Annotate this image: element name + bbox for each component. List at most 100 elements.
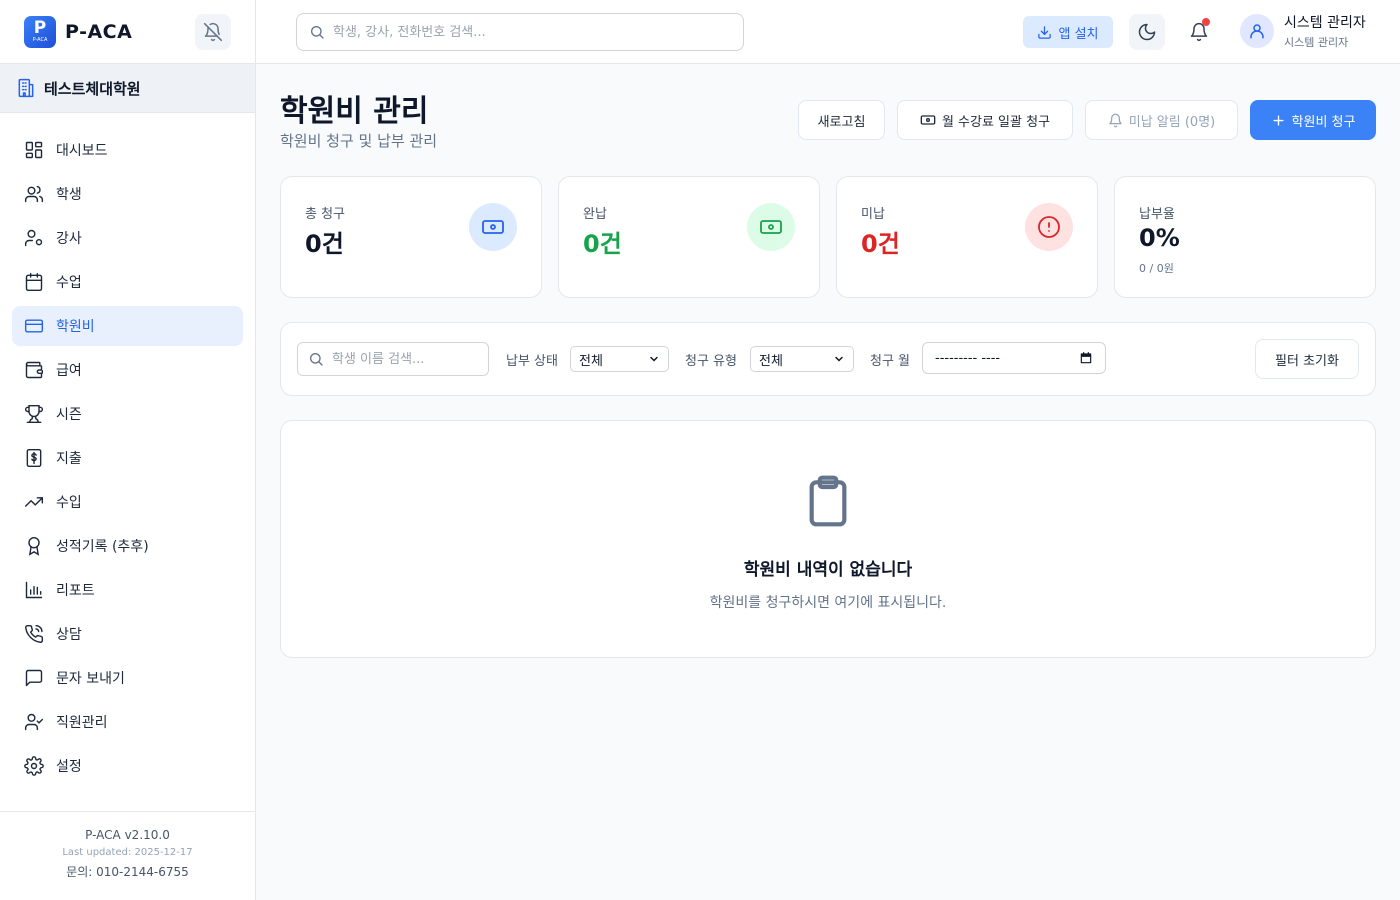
bell-icon — [1109, 113, 1122, 127]
sidebar-item-label: 학원비 — [56, 319, 95, 335]
sidebar-item-label: 문자 보내기 — [56, 671, 125, 687]
plus-icon — [1272, 114, 1284, 126]
notification-mute-button[interactable] — [195, 14, 231, 50]
status-filter-label: 납부 상태 — [506, 354, 558, 369]
charge-tuition-button[interactable]: 학원비 청구 — [1250, 100, 1376, 140]
refresh-button[interactable]: 새로고침 — [798, 100, 885, 140]
student-search[interactable] — [297, 342, 489, 376]
page-subtitle: 학원비 청구 및 납부 관리 — [280, 132, 438, 150]
moon-icon — [1138, 23, 1156, 41]
sidebar-item-label: 급여 — [56, 363, 82, 379]
chevron-down-icon — [835, 356, 843, 362]
dashboard-icon — [25, 141, 43, 159]
sidebar-item-reports[interactable]: 리포트 — [12, 570, 243, 610]
stat-label: 납부율 — [1139, 207, 1175, 222]
install-app-label: 앱 설치 — [1058, 26, 1099, 42]
users-icon — [24, 185, 44, 203]
sidebar-item-label: 시즌 — [56, 407, 82, 423]
sidebar-item-label: 수업 — [56, 275, 82, 291]
sidebar-item-tuition[interactable]: 학원비 — [12, 306, 243, 346]
unpaid-alert-label: 미납 알림 (0명) — [1128, 114, 1216, 130]
sidebar-item-sms[interactable]: 문자 보내기 — [12, 658, 243, 698]
status-select[interactable]: 전체 — [570, 346, 669, 372]
empty-title: 학원비 내역이 없습니다 — [743, 560, 913, 580]
notifications-button[interactable] — [1185, 18, 1213, 46]
bulk-charge-button[interactable]: 월 수강료 일괄 청구 — [897, 100, 1073, 140]
sidebar-item-income[interactable]: 수입 — [12, 482, 243, 522]
unpaid-alert-button[interactable]: 미납 알림 (0명) — [1085, 100, 1238, 140]
chevron-down-icon — [650, 356, 658, 362]
user-icon — [1250, 24, 1264, 39]
sidebar-item-salary[interactable]: 급여 — [12, 350, 243, 390]
stat-card-rate: 납부율 0% 0 / 0원 — [1114, 176, 1376, 298]
stat-card-total: 총 청구 0건 — [280, 176, 542, 298]
user-names: 시스템 관리자 시스템 관리자 — [1284, 12, 1366, 50]
type-filter-label: 청구 유형 — [685, 354, 737, 369]
sidebar-item-expense[interactable]: 지출 — [12, 438, 243, 478]
banknote-icon — [482, 220, 504, 234]
sidebar-item-label: 강사 — [56, 231, 82, 247]
global-search-input[interactable] — [333, 24, 702, 40]
top-header: 앱 설치 시스템 관리자 시스템 관리자 — [256, 0, 1400, 64]
user-menu[interactable]: 시스템 관리자 시스템 관리자 — [1240, 12, 1366, 50]
academy-name: 테스트체대학원 — [44, 79, 141, 98]
notification-dot — [1202, 18, 1210, 26]
type-value: 전체 — [759, 353, 783, 369]
stat-icon-bg — [469, 203, 517, 251]
trending-up-icon — [24, 497, 44, 507]
dollar-receipt-icon — [26, 448, 42, 468]
type-select[interactable]: 전체 — [750, 346, 854, 372]
sidebar-nav: 대시보드 학생 강사 수업 학원비 급여 시즌 지출 수입 성적기록 (추후) … — [0, 113, 255, 786]
search-icon — [311, 26, 324, 39]
month-filter-label: 청구 월 — [870, 354, 911, 369]
download-icon — [1038, 25, 1052, 39]
bulk-charge-label: 월 수강료 일괄 청구 — [941, 114, 1051, 130]
stat-sub: 0 / 0원 — [1139, 262, 1174, 275]
sidebar-item-settings[interactable]: 설정 — [12, 746, 243, 786]
user-cog-icon — [24, 229, 43, 247]
stat-icon-bg — [1025, 203, 1073, 251]
app-logo: P P-ACA — [24, 15, 56, 48]
sidebar-item-instructors[interactable]: 강사 — [12, 218, 243, 258]
calendar-icon — [1080, 352, 1092, 364]
sidebar-item-students[interactable]: 학생 — [12, 174, 243, 214]
calendar-icon — [25, 272, 43, 292]
month-value: --------- ---- — [935, 350, 1001, 366]
stat-value: 0% — [1139, 224, 1180, 252]
student-search-input[interactable] — [332, 351, 485, 367]
last-updated: Last updated: 2025-12-17 — [62, 847, 193, 858]
theme-toggle-button[interactable] — [1129, 14, 1165, 50]
sidebar-item-dashboard[interactable]: 대시보드 — [12, 130, 243, 170]
sidebar-item-label: 리포트 — [56, 583, 95, 599]
banknote-icon — [760, 220, 782, 234]
avatar — [1240, 14, 1274, 48]
sidebar-item-label: 학생 — [56, 187, 82, 203]
search-icon — [310, 353, 323, 366]
phone-icon — [25, 624, 44, 643]
sidebar-item-season[interactable]: 시즌 — [12, 394, 243, 434]
global-search[interactable] — [296, 13, 744, 51]
install-app-button[interactable]: 앱 설치 — [1023, 16, 1113, 48]
stat-card-paid: 완납 0건 — [558, 176, 820, 298]
month-input[interactable]: --------- ---- — [922, 342, 1106, 374]
bar-chart-icon — [25, 581, 43, 599]
bell-off-icon — [203, 22, 223, 42]
filter-bar: 납부 상태 전체 청구 유형 전체 청구 월 --------- ---- 필터… — [280, 322, 1376, 396]
empty-state: 학원비 내역이 없습니다 학원비를 청구하시면 여기에 표시됩니다. — [280, 420, 1376, 658]
sidebar: P P-ACA P-ACA 테스트체대학원 대시보드 학생 강사 수업 학원비 … — [0, 0, 256, 900]
logo-letter: P — [33, 18, 47, 38]
empty-description: 학원비를 청구하시면 여기에 표시됩니다. — [709, 595, 947, 611]
user-role: 시스템 관리자 — [1284, 36, 1349, 49]
sidebar-item-consult[interactable]: 상담 — [12, 614, 243, 654]
contact-info: 문의: 010-2144-6755 — [66, 865, 189, 879]
page-title: 학원비 관리 — [280, 94, 429, 129]
sidebar-item-classes[interactable]: 수업 — [12, 262, 243, 302]
sidebar-item-staff[interactable]: 직원관리 — [12, 702, 243, 742]
stat-card-unpaid: 미납 0건 — [836, 176, 1098, 298]
sidebar-item-label: 설정 — [56, 759, 82, 775]
trophy-icon — [24, 404, 44, 424]
reset-filters-button[interactable]: 필터 초기화 — [1255, 339, 1359, 379]
sidebar-item-grades[interactable]: 성적기록 (추후) — [12, 526, 243, 566]
academy-selector[interactable]: 테스트체대학원 — [0, 64, 255, 113]
message-icon — [25, 669, 43, 687]
